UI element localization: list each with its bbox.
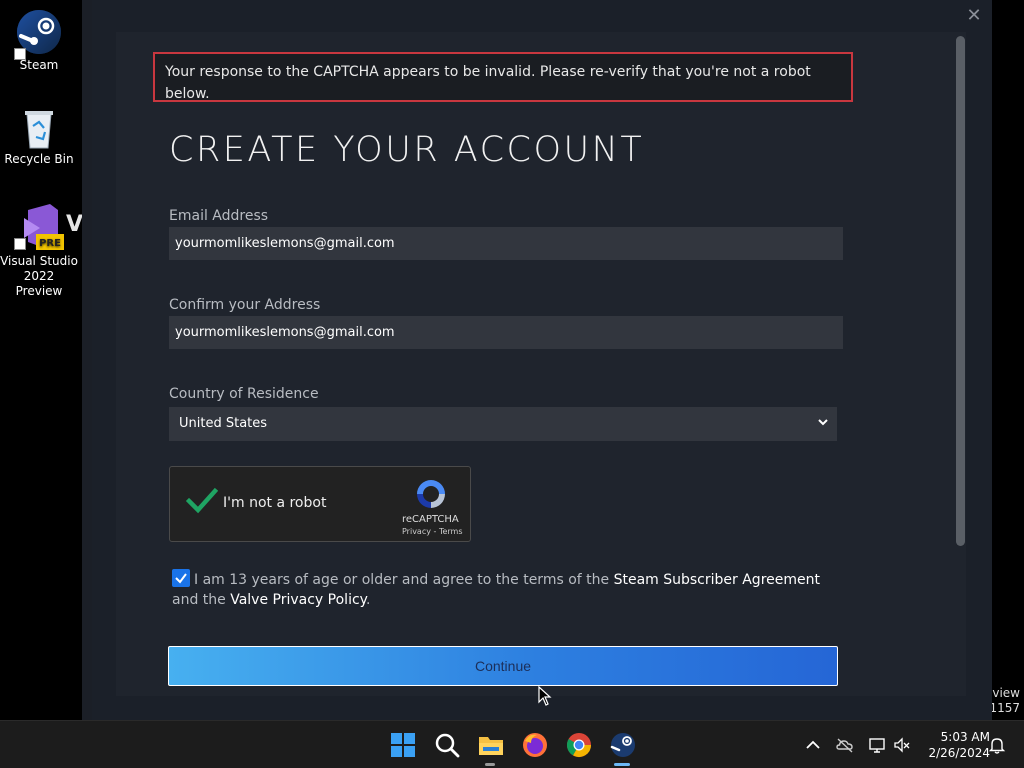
recaptcha-widget[interactable]: I'm not a robot reCAPTCHA Privacy - Term… xyxy=(169,466,471,542)
scrollbar-thumb[interactable] xyxy=(956,36,965,546)
email-field[interactable] xyxy=(169,227,843,260)
firefox-icon[interactable] xyxy=(521,731,549,759)
recaptcha-logo-icon xyxy=(417,480,445,508)
onedrive-icon[interactable] xyxy=(836,736,854,754)
continue-button[interactable]: Continue xyxy=(168,646,838,686)
close-button[interactable]: ✕ xyxy=(964,6,984,26)
taskbar: 5:03 AM 2/26/2024 xyxy=(0,720,1024,768)
desktop-icon-label: Visual Studio 2022 Preview xyxy=(0,254,78,298)
windows-start-icon[interactable] xyxy=(389,731,417,759)
chevron-down-icon xyxy=(818,419,828,426)
file-explorer-icon[interactable] xyxy=(477,731,505,759)
agreement-checkbox[interactable] xyxy=(172,569,190,587)
confirm-email-field[interactable] xyxy=(169,316,843,349)
taskbar-clock[interactable]: 5:03 AM 2/26/2024 xyxy=(918,729,990,761)
chrome-icon[interactable] xyxy=(565,731,593,759)
clock-date: 2/26/2024 xyxy=(928,746,990,760)
checkmark-icon xyxy=(175,573,187,584)
subscriber-agreement-link[interactable]: Steam Subscriber Agreement xyxy=(614,572,820,588)
recaptcha-brand: reCAPTCHA xyxy=(402,514,459,525)
mouse-cursor-icon xyxy=(538,686,552,706)
recaptcha-links[interactable]: Privacy - Terms xyxy=(402,527,463,536)
privacy-policy-link[interactable]: Valve Privacy Policy xyxy=(230,592,366,608)
shortcut-arrow-icon xyxy=(14,48,26,60)
network-icon[interactable] xyxy=(868,736,886,754)
page-title: CREATE YOUR ACCOUNT xyxy=(169,130,645,170)
desktop-icon-label: Steam xyxy=(19,58,59,72)
agreement-text: and the xyxy=(172,592,231,608)
recaptcha-label: I'm not a robot xyxy=(223,495,327,511)
confirm-email-label: Confirm your Address xyxy=(169,297,321,313)
steam-icon[interactable] xyxy=(609,731,637,759)
age-agreement: I am 13 years of age or older and agree … xyxy=(172,569,842,610)
notification-bell-icon[interactable] xyxy=(988,736,1006,754)
desktop-icon-label: Recycle Bin xyxy=(4,152,74,166)
agreement-text: I am 13 years of age or older and agree … xyxy=(194,572,614,588)
search-icon[interactable] xyxy=(433,731,461,759)
country-select[interactable]: United States xyxy=(169,407,837,441)
desktop-icon-steam[interactable]: Steam xyxy=(0,8,78,73)
pre-badge-text: PRE xyxy=(39,238,61,249)
email-label: Email Address xyxy=(169,208,269,224)
captcha-error-message: Your response to the CAPTCHA appears to … xyxy=(153,52,853,102)
volume-muted-icon[interactable] xyxy=(893,736,911,754)
recycle-bin-icon xyxy=(25,111,53,149)
clock-time: 5:03 AM xyxy=(940,730,990,744)
country-selected-value: United States xyxy=(179,416,268,431)
desktop-icon-recycle-bin[interactable]: Recycle Bin xyxy=(0,106,78,167)
shortcut-arrow-icon xyxy=(14,238,26,250)
checkmark-icon[interactable] xyxy=(186,487,218,515)
steam-create-account-dialog: ✕ xyxy=(92,0,992,720)
chevron-up-icon[interactable] xyxy=(804,736,822,754)
active-app-indicator xyxy=(614,763,630,766)
agreement-text: . xyxy=(365,592,371,608)
country-label: Country of Residence xyxy=(169,386,319,402)
open-app-indicator xyxy=(485,763,495,766)
